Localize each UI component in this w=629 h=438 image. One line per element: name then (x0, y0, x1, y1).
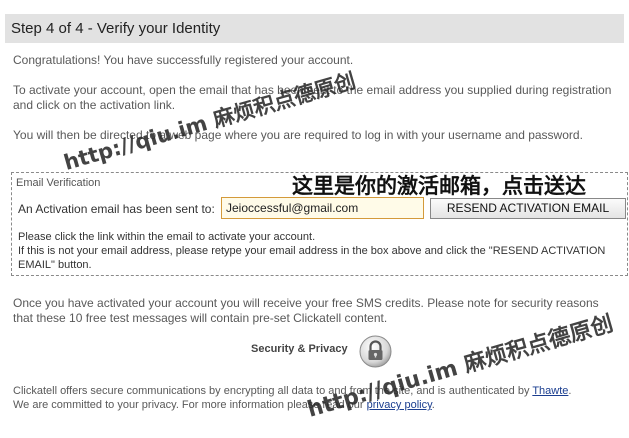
footer-text: Clickatell offers secure communications … (13, 384, 627, 412)
footer-text-4: . (431, 399, 435, 411)
activate-instructions: To activate your account, open the email… (13, 83, 612, 112)
credits-text: Once you have activated your account you… (13, 296, 599, 325)
activation-sent-label: An Activation email has been sent to: (18, 202, 215, 216)
redirect-text: You will then be directed to a web page … (13, 128, 583, 142)
footer-text-2: . (568, 385, 572, 397)
security-privacy-label: Security & Privacy (251, 343, 348, 355)
email-input[interactable] (221, 197, 424, 219)
verification-note-line1: Please click the link within the email t… (18, 231, 316, 243)
watermark-top: http://qiu.im 麻烦积点德原创 (61, 68, 359, 175)
verification-note: Please click the link within the email t… (18, 230, 618, 272)
lock-icon (359, 335, 392, 368)
thawte-link[interactable]: Thawte (532, 385, 568, 397)
email-verification-legend: Email Verification (16, 177, 101, 189)
footer-text-3: We are committed to your privacy. For mo… (13, 399, 367, 411)
congrats-text: Congratulations! You have successfully r… (13, 53, 354, 67)
resend-activation-button[interactable]: RESEND ACTIVATION EMAIL (430, 198, 626, 219)
page-title: Step 4 of 4 - Verify your Identity (11, 20, 221, 37)
privacy-policy-link[interactable]: privacy policy (367, 399, 432, 411)
footer-text-1: Clickatell offers secure communications … (13, 385, 533, 397)
page-header: Step 4 of 4 - Verify your Identity (5, 14, 624, 43)
annotation-overlay: 这里是你的激活邮箱，点击送达 (292, 174, 586, 198)
verification-note-line2: If this is not your email address, pleas… (18, 245, 606, 271)
